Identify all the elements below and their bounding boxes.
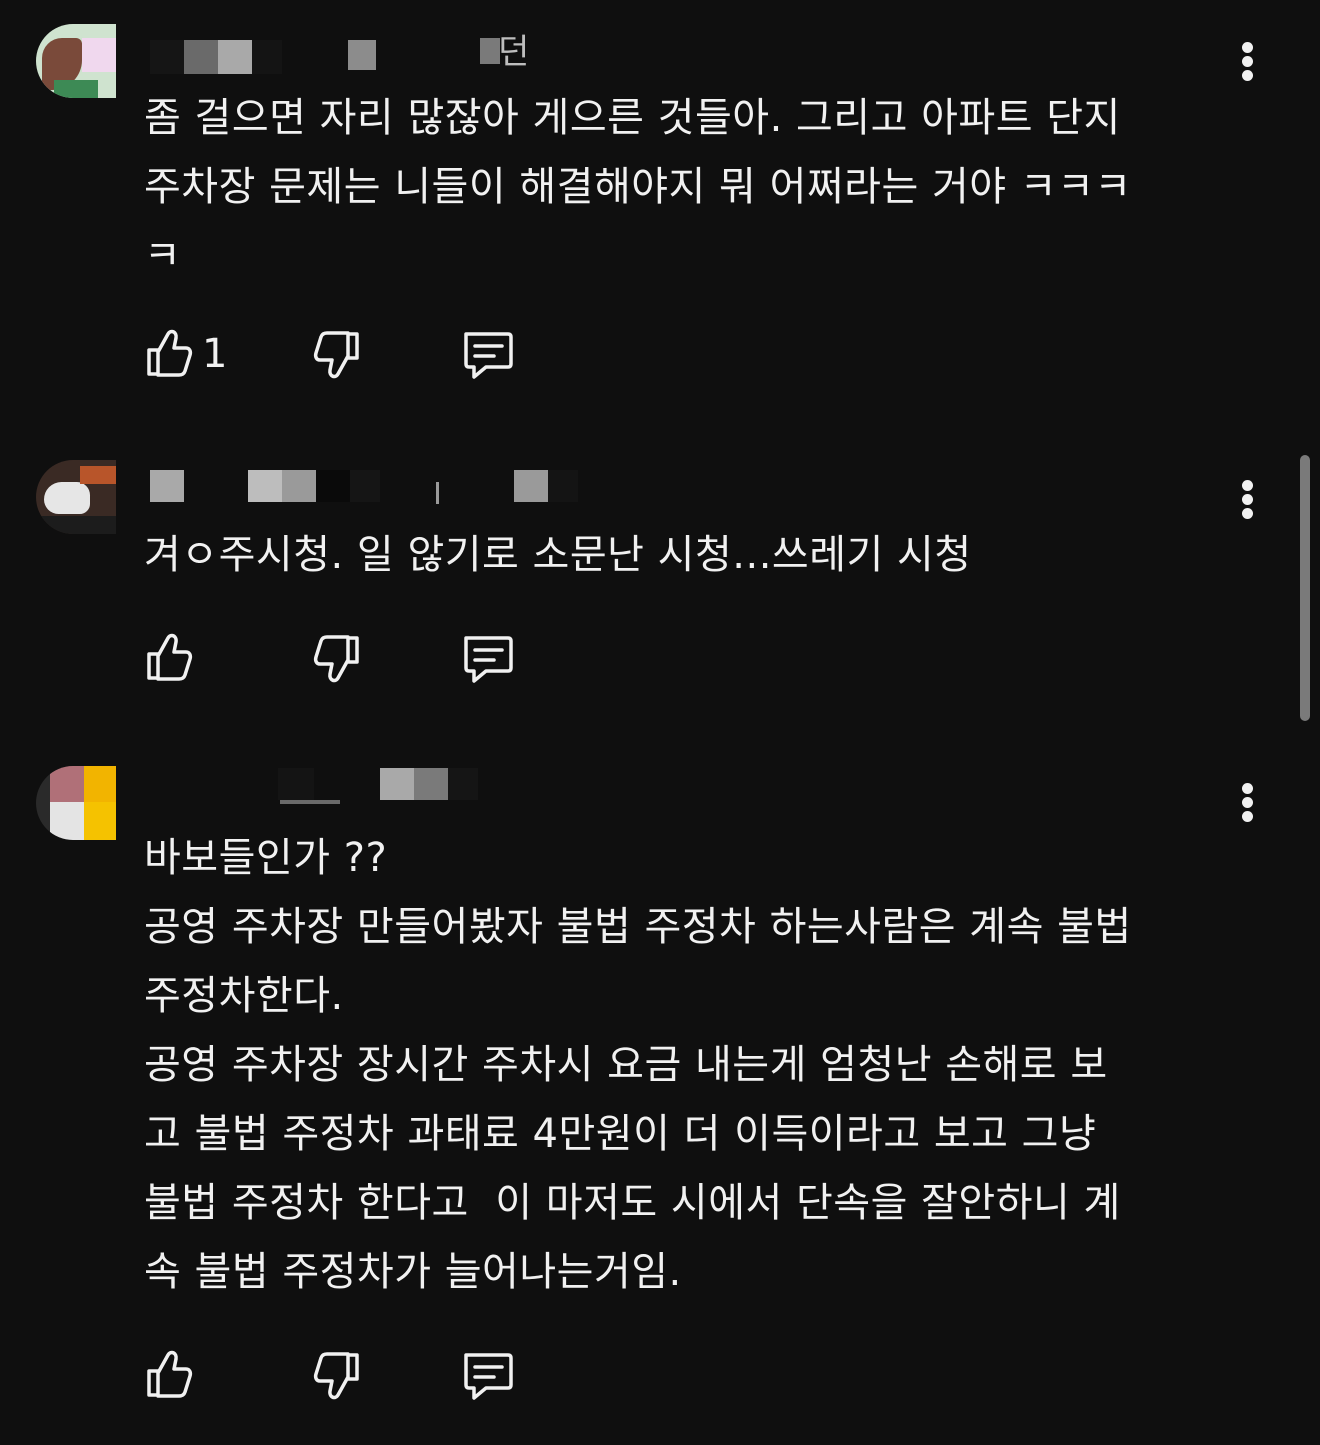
comment-text: 바보들인가 ?? 공영 주차장 만들어봤자 불법 주정차 하는사람은 계속 불법… [144,835,1132,1295]
reply-icon [464,636,513,683]
comment-actions [144,630,564,686]
avatar[interactable] [36,24,116,98]
thumb-down-icon [313,331,359,379]
author-name[interactable] [148,468,608,506]
more-options-button[interactable] [1232,478,1264,522]
comment-text: 겨ㅇ주시청. 일 않기로 소문난 시청...쓰레기 시청 [144,532,972,578]
reply-button[interactable] [460,1347,514,1403]
reply-icon [464,332,513,379]
author-name[interactable]: 던 [148,32,608,74]
thumb-down-icon [313,1352,359,1400]
reply-button[interactable] [460,630,514,686]
reply-button[interactable] [460,326,514,382]
reply-icon [464,1353,513,1400]
thumb-up-icon [147,329,193,377]
author-name-text: 던 [498,32,530,72]
dislike-button[interactable] [312,326,366,382]
like-button[interactable] [144,630,198,686]
thumb-down-icon [313,635,359,683]
avatar[interactable] [36,766,116,840]
thumb-up-icon [147,633,193,681]
like-count: 1 [202,331,228,377]
thumb-up-icon [147,1350,193,1398]
like-button[interactable] [144,1347,198,1403]
avatar[interactable] [36,460,116,534]
comment-actions: 1 [144,326,564,382]
author-name[interactable] [148,766,608,804]
more-options-button[interactable] [1232,40,1264,84]
comment-actions [144,1347,564,1403]
comment-text: 좀 걸으면 자리 많잖아 게으른 것들아. 그리고 아파트 단지 주차장 문제는… [144,95,1132,279]
dislike-button[interactable] [312,630,366,686]
like-button[interactable]: 1 [144,326,244,382]
more-options-button[interactable] [1232,781,1264,825]
scrollbar-thumb[interactable] [1300,455,1310,721]
dislike-button[interactable] [312,1347,366,1403]
